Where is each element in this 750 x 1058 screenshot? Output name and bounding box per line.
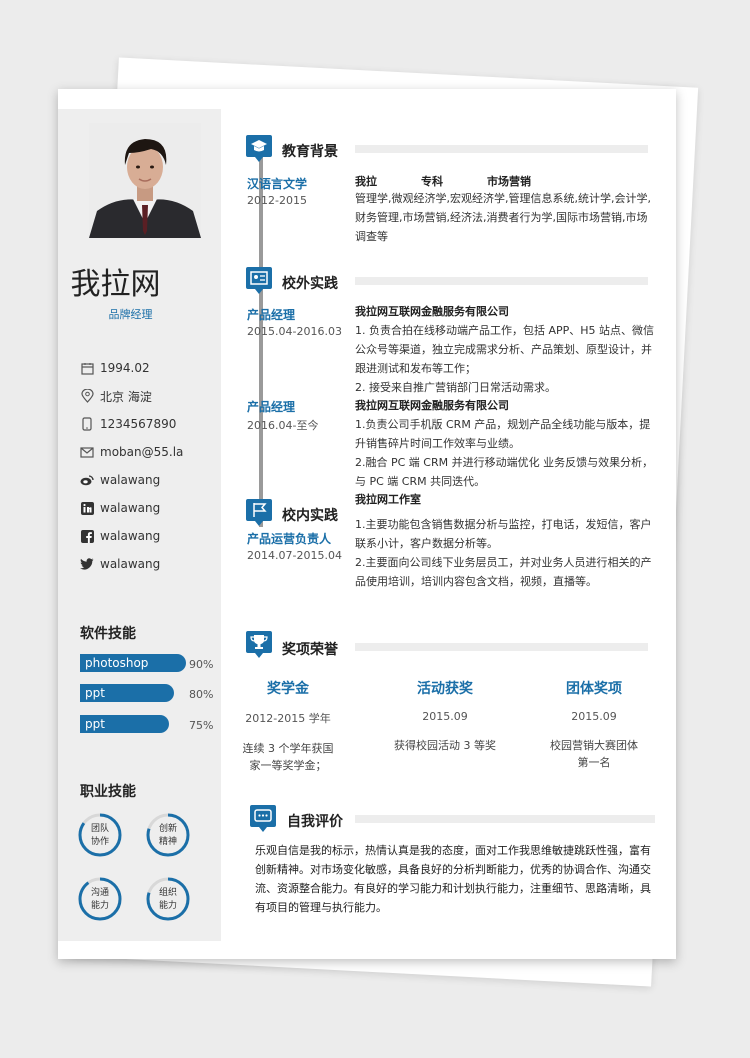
chat-bubble-icon bbox=[250, 805, 276, 832]
phone-icon bbox=[80, 417, 94, 431]
linkedin-icon bbox=[80, 501, 94, 515]
skill-bar-ppt: ppt bbox=[80, 715, 169, 733]
info-location: 北京 海淀 bbox=[80, 387, 152, 405]
resume-page: 我拉网 品牌经理 1994.02 北京 海淀 1234567890 moban@… bbox=[58, 89, 676, 959]
pro-skills-title: 职业技能 bbox=[80, 784, 136, 800]
job-line: 2.融合 PC 端 CRM 并进行移动端优化 业务反馈与效果分析，与 PC 端 … bbox=[355, 456, 654, 488]
facebook-icon bbox=[80, 529, 94, 543]
info-email: moban@55.la bbox=[80, 443, 183, 461]
email-icon bbox=[80, 445, 94, 459]
job-date: 2014.07-2015.04 bbox=[247, 549, 342, 562]
award-title: 团体奖项 bbox=[566, 681, 622, 697]
self-evaluation-text: 乐观自信是我的标示，热情认真是我的态度，面对工作我思维敏捷跳跃性强，富有创新精神… bbox=[255, 844, 651, 914]
skill-percent: 80% bbox=[189, 688, 214, 701]
job-description: 我拉网工作室 1.主要功能包含销售数据分析与监控，打电话，发短信，客户联系小计，… bbox=[355, 490, 655, 591]
sidebar: 我拉网 品牌经理 1994.02 北京 海淀 1234567890 moban@… bbox=[58, 109, 221, 941]
timeline-line bbox=[259, 155, 263, 527]
info-text: walawang bbox=[100, 529, 161, 543]
job-company: 我拉网互联网金融服务有限公司 bbox=[355, 399, 509, 412]
job-title: 品牌经理 bbox=[108, 308, 153, 321]
info-phone: 1234567890 bbox=[80, 415, 176, 433]
award-item: 团体奖项 2015.09 校园营销大赛团体第一名 bbox=[534, 678, 654, 771]
job-line: 1.主要功能包含销售数据分析与监控，打电话，发短信，客户联系小计，客户数据分析等… bbox=[355, 518, 652, 550]
skill-bar-ppt: ppt bbox=[80, 684, 174, 702]
software-skills-title: 软件技能 bbox=[80, 626, 136, 642]
section-title-internal: 校内实践 bbox=[282, 508, 338, 524]
graduation-cap-icon bbox=[246, 135, 272, 162]
job-description: 我拉网互联网金融服务有限公司 1. 负责合拍在线移动端产品工作，包括 APP、H… bbox=[355, 302, 655, 397]
skill-ring-label: 创新 精神 bbox=[158, 824, 177, 847]
award-desc: 校园营销大赛团体第一名 bbox=[550, 739, 638, 769]
section-title-external: 校外实践 bbox=[282, 276, 338, 292]
education-date: 2012-2015 bbox=[247, 194, 307, 207]
id-card-icon bbox=[246, 267, 272, 294]
award-desc: 获得校园活动 3 等奖 bbox=[394, 739, 496, 752]
job-company: 我拉网互联网金融服务有限公司 bbox=[355, 305, 509, 318]
info-text: 北京 海淀 bbox=[100, 389, 152, 404]
skill-bar-photoshop: photoshop bbox=[80, 654, 186, 672]
info-weibo: walawang bbox=[80, 471, 160, 489]
section-title-self-eval: 自我评价 bbox=[287, 814, 343, 830]
info-text: 1994.02 bbox=[100, 361, 150, 375]
section-title-education: 教育背景 bbox=[282, 144, 338, 160]
job-date: 2016.04-至今 bbox=[247, 419, 319, 432]
skill-percent: 75% bbox=[189, 719, 214, 732]
award-title: 活动获奖 bbox=[417, 681, 473, 697]
job-role: 产品经理 bbox=[247, 400, 296, 414]
skill-name: photoshop bbox=[85, 656, 149, 670]
award-title: 奖学金 bbox=[267, 681, 309, 697]
section-title-awards: 奖项荣誉 bbox=[282, 642, 338, 658]
info-text: moban@55.la bbox=[100, 445, 184, 459]
trophy-icon bbox=[246, 631, 272, 658]
job-company: 我拉网工作室 bbox=[355, 493, 421, 506]
twitter-icon bbox=[80, 557, 94, 571]
award-item: 奖学金 2012-2015 学年 连续 3 个学年获国家一等奖学金； bbox=[228, 678, 348, 774]
job-description: 我拉网互联网金融服务有限公司 1.负责公司手机版 CRM 产品，规划产品全线功能… bbox=[355, 396, 655, 491]
section-divider bbox=[355, 277, 648, 285]
info-linkedin: walawang bbox=[80, 499, 160, 517]
info-text: walawang bbox=[100, 473, 161, 487]
award-date: 2015.09 bbox=[571, 710, 617, 723]
job-role: 产品经理 bbox=[247, 308, 296, 322]
education-school: 我拉 bbox=[355, 175, 377, 188]
flag-icon bbox=[246, 499, 272, 526]
location-icon bbox=[80, 389, 94, 403]
education-major: 汉语言文学 bbox=[247, 177, 308, 191]
section-divider bbox=[355, 145, 648, 153]
award-date: 2012-2015 学年 bbox=[245, 712, 331, 725]
skill-percent: 90% bbox=[189, 658, 214, 671]
skill-name: ppt bbox=[85, 717, 105, 731]
skill-name: ppt bbox=[85, 686, 105, 700]
info-text: walawang bbox=[100, 557, 161, 571]
info-text: walawang bbox=[100, 501, 161, 515]
section-divider bbox=[355, 815, 655, 823]
info-twitter: walawang bbox=[80, 555, 160, 573]
section-divider bbox=[355, 643, 648, 651]
job-date: 2015.04-2016.03 bbox=[247, 325, 342, 338]
info-facebook: walawang bbox=[80, 527, 160, 545]
education-courses: 管理学,微观经济学,宏观经济学,管理信息系统,统计学,会计学,财务管理,市场营销… bbox=[355, 192, 651, 243]
award-item: 活动获奖 2015.09 获得校园活动 3 等奖 bbox=[385, 678, 505, 754]
skill-ring-label: 组织 能力 bbox=[158, 888, 177, 911]
job-role: 产品运营负责人 bbox=[247, 532, 332, 546]
info-birthdate: 1994.02 bbox=[80, 359, 150, 377]
award-date: 2015.09 bbox=[422, 710, 468, 723]
skill-ring-label: 团队 协作 bbox=[90, 824, 109, 847]
job-line: 2.主要面向公司线下业务层员工，并对业务人员进行相关的产品使用培训，培训内容包含… bbox=[355, 556, 652, 588]
job-line: 1.负责公司手机版 CRM 产品，规划产品全线功能与版本，提升销售碎片时间工作效… bbox=[355, 418, 651, 450]
education-field: 市场营销 bbox=[487, 175, 531, 188]
skill-ring-label: 沟通 能力 bbox=[90, 888, 109, 911]
person-name: 我拉网 bbox=[70, 267, 161, 302]
info-text: 1234567890 bbox=[100, 417, 177, 431]
weibo-icon bbox=[80, 473, 94, 487]
education-degree: 专科 bbox=[421, 175, 443, 188]
job-line: 1. 负责合拍在线移动端产品工作，包括 APP、H5 站点、微信公众号等渠道，独… bbox=[355, 324, 655, 375]
job-line: 2. 接受来自推广营销部门日常活动需求。 bbox=[355, 381, 556, 394]
profile-photo bbox=[89, 123, 201, 238]
award-desc: 连续 3 个学年获国家一等奖学金； bbox=[242, 742, 334, 772]
calendar-icon bbox=[80, 361, 94, 375]
